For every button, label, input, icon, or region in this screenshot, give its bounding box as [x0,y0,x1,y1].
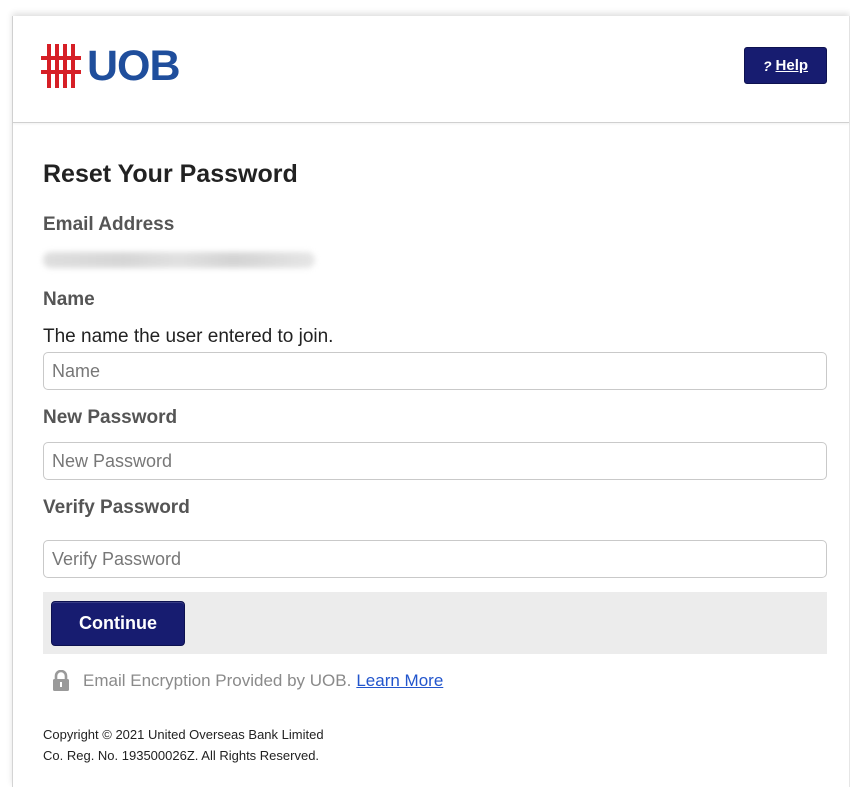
help-label: Help [775,57,809,74]
copyright-line-1: Copyright © 2021 United Overseas Bank Li… [43,727,324,742]
header: UOB ? Help [13,16,849,123]
continue-button[interactable]: Continue [51,601,185,646]
action-bar: Continue [43,592,827,654]
learn-more-link[interactable]: Learn More [356,671,443,691]
verify-password-input[interactable] [43,540,827,578]
name-description: The name the user entered to join. [43,326,334,347]
copyright: Copyright © 2021 United Overseas Bank Li… [43,724,324,766]
name-input[interactable] [43,352,827,390]
email-label: Email Address [43,214,175,235]
verify-password-label: Verify Password [43,497,190,518]
lock-icon [53,670,69,691]
copyright-line-2: Co. Reg. No. 193500026Z. All Rights Rese… [43,748,320,763]
uob-logo-mark-icon [41,44,81,88]
logo-text: UOB [87,42,181,90]
encryption-notice: Email Encryption Provided by UOB. Learn … [51,670,443,692]
name-label: Name [43,289,95,310]
email-value-redacted [43,252,315,268]
help-icon: ? [762,57,772,74]
help-button[interactable]: ? Help [744,47,827,84]
page-title: Reset Your Password [43,160,298,188]
new-password-input[interactable] [43,442,827,480]
uob-logo: UOB [41,42,181,90]
page-frame: UOB ? Help Reset Your Password Email Add… [12,16,850,787]
encryption-text: Email Encryption Provided by UOB. [83,671,352,690]
new-password-label: New Password [43,407,178,428]
